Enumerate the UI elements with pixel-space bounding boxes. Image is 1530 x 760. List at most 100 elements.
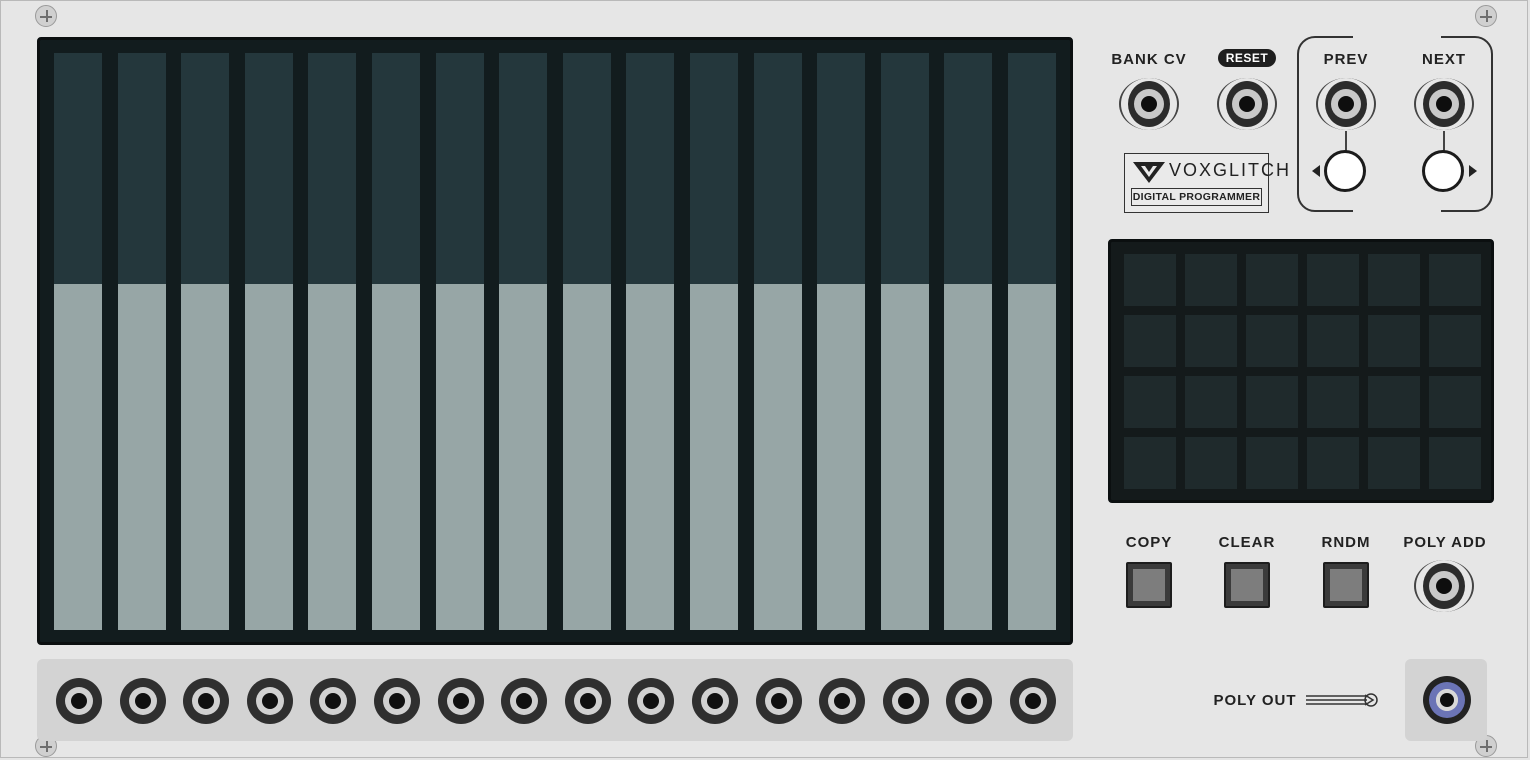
bank-button[interactable] xyxy=(1368,376,1420,428)
bank-grid xyxy=(1108,239,1494,503)
poly-out-box xyxy=(1405,659,1487,741)
bank-button[interactable] xyxy=(1124,437,1176,489)
bank-button[interactable] xyxy=(1185,254,1237,306)
step-slider-fill xyxy=(562,283,611,630)
cv-output-jack[interactable] xyxy=(1010,678,1056,724)
bank-cv-input-jack[interactable] xyxy=(1119,78,1179,130)
step-slider-fill xyxy=(54,283,102,630)
step-slider[interactable] xyxy=(54,53,102,630)
poly-add-label: POLY ADD xyxy=(1403,534,1487,551)
step-slider[interactable] xyxy=(562,53,611,630)
bank-button[interactable] xyxy=(1429,315,1481,367)
copy-label: COPY xyxy=(1125,534,1173,551)
step-slider-fill xyxy=(308,283,357,630)
next-button[interactable] xyxy=(1422,150,1464,192)
step-slider[interactable] xyxy=(117,53,166,630)
bank-button[interactable] xyxy=(1307,437,1359,489)
bank-button[interactable] xyxy=(1307,315,1359,367)
bank-button[interactable] xyxy=(1185,315,1237,367)
step-slider[interactable] xyxy=(690,53,738,630)
triangle-right-icon xyxy=(1469,165,1477,177)
copy-button[interactable] xyxy=(1126,562,1172,608)
step-slider[interactable] xyxy=(626,53,675,630)
cv-output-jack[interactable] xyxy=(692,678,738,724)
clear-label: CLEAR xyxy=(1218,534,1276,551)
bank-button[interactable] xyxy=(1246,315,1298,367)
step-slider-fill xyxy=(753,283,802,630)
bank-button[interactable] xyxy=(1368,254,1420,306)
screw-icon xyxy=(1475,5,1497,27)
bank-button[interactable] xyxy=(1429,254,1481,306)
arrow-right-icon xyxy=(1306,693,1378,707)
slider-display xyxy=(37,37,1073,645)
bank-cv-label: BANK CV xyxy=(1111,51,1187,68)
bank-button[interactable] xyxy=(1124,315,1176,367)
cv-output-jack[interactable] xyxy=(183,678,230,724)
cv-output-jack[interactable] xyxy=(564,678,611,724)
next-label: NEXT xyxy=(1421,51,1466,68)
step-slider[interactable] xyxy=(308,53,357,630)
step-slider-fill xyxy=(499,283,548,630)
prev-input-jack[interactable] xyxy=(1316,78,1376,130)
step-slider-fill xyxy=(817,283,866,630)
rndm-button[interactable] xyxy=(1323,562,1369,608)
step-slider[interactable] xyxy=(244,53,293,630)
bank-button[interactable] xyxy=(1368,315,1420,367)
bank-button[interactable] xyxy=(1307,254,1359,306)
next-connector xyxy=(1443,131,1445,151)
bank-button[interactable] xyxy=(1185,376,1237,428)
cv-output-jack[interactable] xyxy=(56,678,102,724)
step-slider-fill xyxy=(244,283,293,630)
cv-output-jack[interactable] xyxy=(501,678,548,724)
step-slider[interactable] xyxy=(817,53,866,630)
cv-output-jack[interactable] xyxy=(310,678,357,724)
bank-button[interactable] xyxy=(1124,254,1176,306)
next-input-jack[interactable] xyxy=(1414,78,1474,130)
bank-button[interactable] xyxy=(1246,437,1298,489)
poly-out-label: POLY OUT xyxy=(1213,692,1297,709)
cv-output-jack[interactable] xyxy=(755,678,802,724)
clear-button[interactable] xyxy=(1224,562,1270,608)
prev-button[interactable] xyxy=(1324,150,1366,192)
brand-name: VOXGLITCH xyxy=(1169,160,1292,180)
cv-output-strip xyxy=(37,659,1073,741)
cv-output-jack[interactable] xyxy=(882,678,929,724)
module-panel: BANK CV RESET PREV NEXT VOXGLITCH DIGITA… xyxy=(0,0,1528,758)
bank-button[interactable] xyxy=(1185,437,1237,489)
cv-output-jack[interactable] xyxy=(246,678,293,724)
step-slider[interactable] xyxy=(499,53,548,630)
cv-output-jack[interactable] xyxy=(374,678,420,724)
step-slider-fill xyxy=(690,283,738,630)
module-subtitle: DIGITAL PROGRAMMER xyxy=(1131,188,1262,206)
step-slider-fill xyxy=(626,283,675,630)
bank-button[interactable] xyxy=(1246,254,1298,306)
step-slider[interactable] xyxy=(880,53,929,630)
poly-add-input-jack[interactable] xyxy=(1414,560,1474,612)
step-slider[interactable] xyxy=(944,53,993,630)
step-slider[interactable] xyxy=(1008,53,1056,630)
cv-output-jack[interactable] xyxy=(819,678,866,724)
poly-out-jack[interactable] xyxy=(1423,676,1471,724)
cv-output-jack[interactable] xyxy=(437,678,484,724)
bank-button[interactable] xyxy=(1307,376,1359,428)
bank-button[interactable] xyxy=(1429,376,1481,428)
cv-output-jack[interactable] xyxy=(119,678,166,724)
cv-output-jack[interactable] xyxy=(946,678,993,724)
step-slider[interactable] xyxy=(372,53,420,630)
cv-output-jack[interactable] xyxy=(628,678,675,724)
voxglitch-logo-icon xyxy=(1133,162,1165,183)
step-slider-fill xyxy=(435,283,484,630)
bank-button[interactable] xyxy=(1246,376,1298,428)
bank-button[interactable] xyxy=(1124,376,1176,428)
prev-connector xyxy=(1345,131,1347,151)
step-slider-fill xyxy=(944,283,993,630)
rndm-label: RNDM xyxy=(1321,534,1371,551)
prev-label: PREV xyxy=(1323,51,1369,68)
step-slider-fill xyxy=(181,283,230,630)
reset-input-jack[interactable] xyxy=(1217,78,1277,130)
step-slider[interactable] xyxy=(181,53,230,630)
step-slider[interactable] xyxy=(753,53,802,630)
bank-button[interactable] xyxy=(1368,437,1420,489)
bank-button[interactable] xyxy=(1429,437,1481,489)
step-slider[interactable] xyxy=(435,53,484,630)
